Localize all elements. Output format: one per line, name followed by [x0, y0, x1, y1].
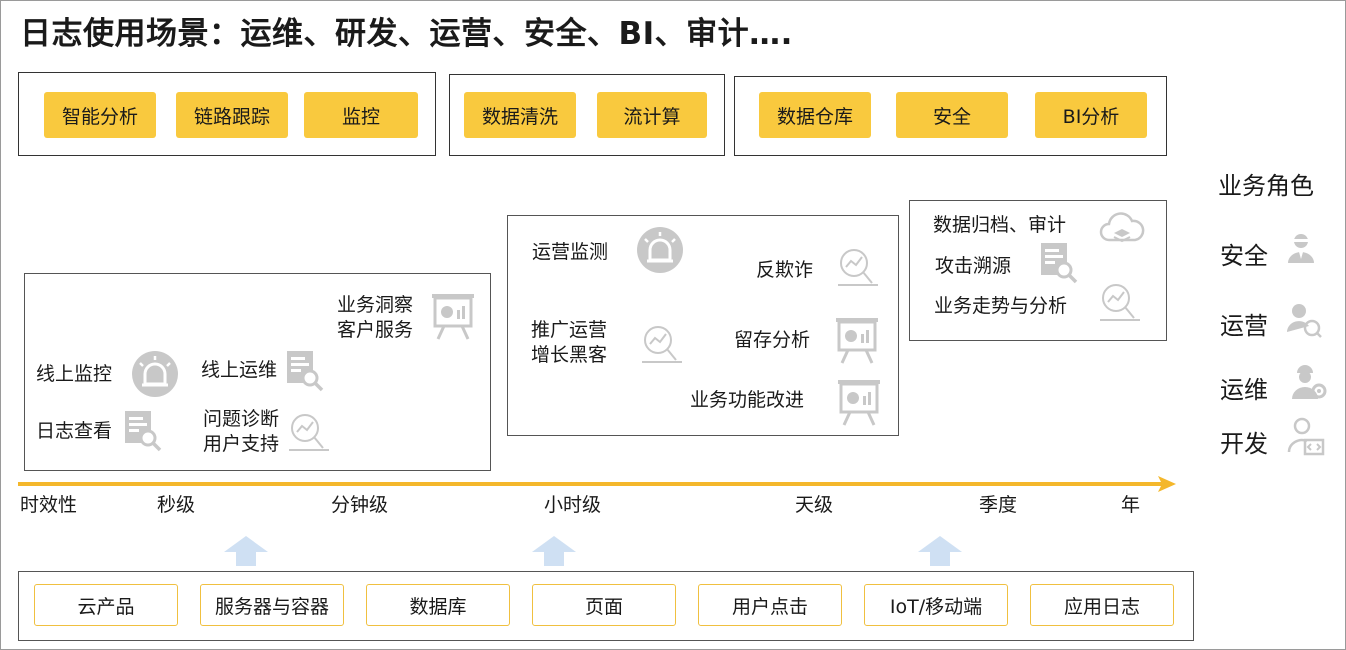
scenario-label: 用户支持: [203, 433, 280, 455]
capability-group-analysis: 智能分析 链路跟踪 监控: [18, 72, 436, 156]
scenario-label: 线上监控: [36, 363, 113, 385]
scenario-label: 增长黑客: [531, 344, 608, 366]
timeline-tick: 秒级: [157, 494, 196, 516]
source-user-clicks: 用户点击: [698, 584, 842, 626]
scenario-label: 问题诊断: [203, 408, 280, 430]
page-title: 日志使用场景：运维、研发、运营、安全、BI、审计….: [20, 16, 793, 52]
role-operations: 运营: [1220, 312, 1268, 340]
log-search-icon: [124, 410, 162, 452]
operator-analytics-icon: [1286, 302, 1322, 338]
scenario-label: 运营监测: [532, 241, 609, 263]
source-iot-mobile: IoT/移动端: [864, 584, 1008, 626]
presentation-chart-icon: [834, 316, 880, 366]
capability-monitor: 监控: [304, 92, 418, 138]
timeline-axis: [18, 482, 1166, 486]
alarm-icon: [131, 350, 179, 398]
role-developer: 开发: [1220, 430, 1268, 458]
timeline-tick: 天级: [795, 494, 834, 516]
capability-group-processing: 数据清洗 流计算: [449, 74, 725, 156]
up-arrow-icon: [532, 536, 576, 570]
trend-magnifier-icon: [836, 245, 880, 289]
source-cloud-products: 云产品: [34, 584, 178, 626]
capability-data-cleaning: 数据清洗: [464, 92, 576, 138]
timeline-tick: 小时级: [544, 494, 602, 516]
trend-magnifier-icon: [640, 322, 684, 366]
source-pages: 页面: [532, 584, 676, 626]
scenario-label: 推广运营: [531, 319, 608, 341]
timeline-tick: 分钟级: [331, 494, 389, 516]
alarm-icon: [636, 226, 684, 274]
capability-intelligent-analysis: 智能分析: [44, 92, 156, 138]
capability-trace: 链路跟踪: [176, 92, 288, 138]
roles-title: 业务角色: [1218, 172, 1314, 200]
presentation-chart-icon: [430, 292, 476, 342]
up-arrow-icon: [918, 536, 962, 570]
timeline-tick: 年: [1121, 494, 1141, 516]
capability-group-warehouse: 数据仓库 安全 BI分析: [734, 76, 1167, 156]
source-app-logs: 应用日志: [1030, 584, 1174, 626]
role-ops-maintenance: 运维: [1220, 376, 1268, 404]
developer-code-icon: [1287, 416, 1325, 456]
log-search-icon: [286, 350, 324, 392]
scenario-label: 反欺诈: [756, 259, 814, 281]
security-agent-icon: [1286, 232, 1316, 264]
scenario-label: 日志查看: [36, 420, 113, 442]
log-search-icon: [1040, 242, 1078, 284]
scenario-label: 数据归档、审计: [933, 214, 1067, 236]
presentation-chart-icon: [836, 378, 882, 428]
scenario-label: 业务走势与分析: [934, 295, 1068, 317]
timeline-label: 时效性: [20, 494, 78, 516]
cloud-archive-icon: [1099, 212, 1145, 250]
scenario-label: 客户服务: [337, 319, 414, 341]
source-database: 数据库: [366, 584, 510, 626]
scenario-label: 线上运维: [201, 359, 278, 381]
role-security: 安全: [1220, 242, 1268, 270]
scenario-label: 业务洞察: [337, 294, 414, 316]
capability-stream-compute: 流计算: [597, 92, 707, 138]
trend-magnifier-icon: [1098, 280, 1142, 324]
scenario-label: 攻击溯源: [935, 255, 1012, 277]
capability-bi-analysis: BI分析: [1035, 92, 1147, 138]
up-arrow-icon: [224, 536, 268, 570]
trend-magnifier-icon: [287, 410, 331, 454]
engineer-gear-icon: [1289, 364, 1327, 402]
scenario-label: 业务功能改进: [690, 389, 805, 411]
source-servers-containers: 服务器与容器: [200, 584, 344, 626]
timeline-arrowhead: [1158, 476, 1176, 496]
timeline-tick: 季度: [979, 494, 1018, 516]
capability-security: 安全: [896, 92, 1008, 138]
capability-data-warehouse: 数据仓库: [759, 92, 871, 138]
scenario-label: 留存分析: [734, 329, 811, 351]
